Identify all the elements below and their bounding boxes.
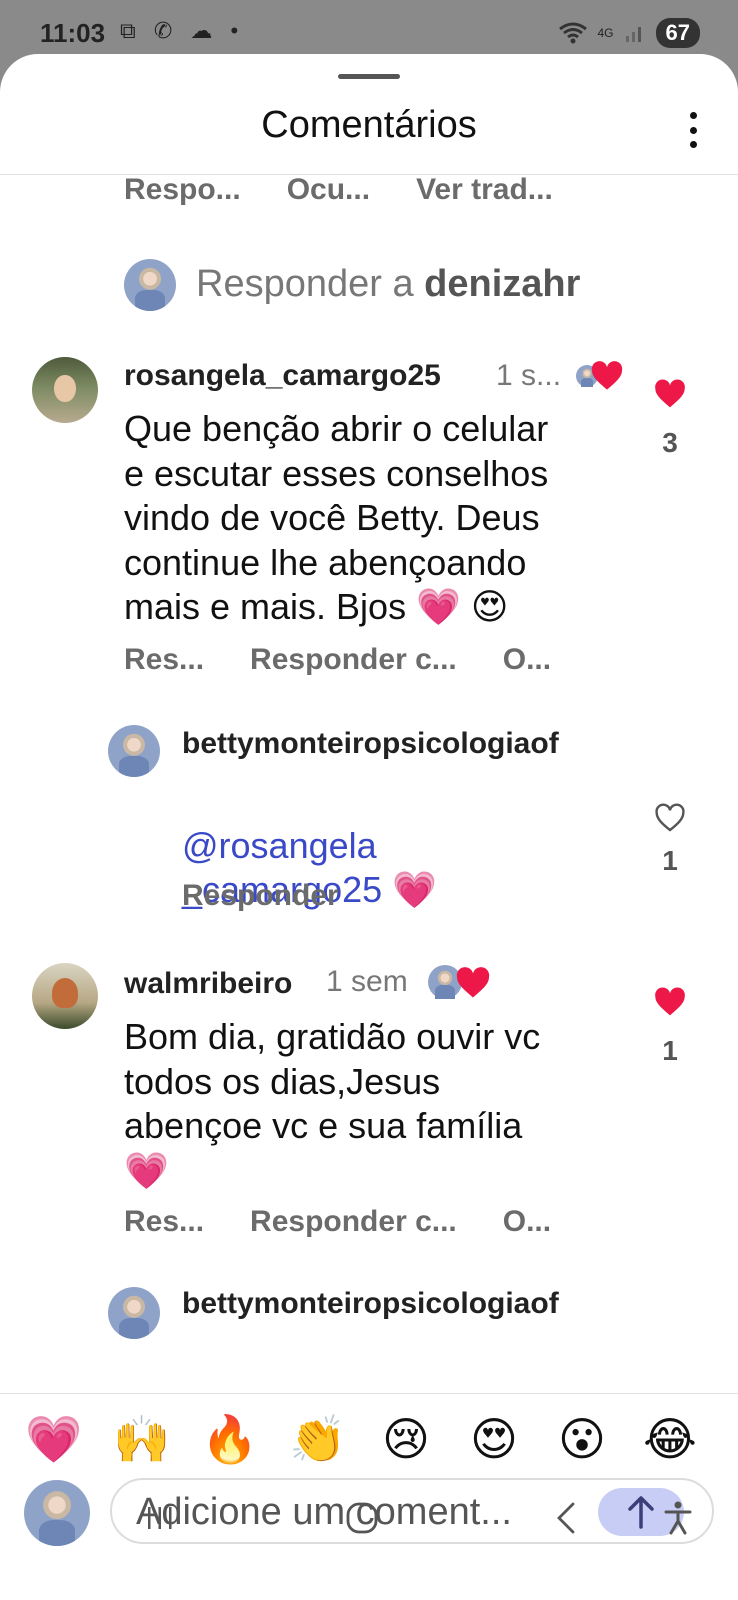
comment-username[interactable]: rosangela_camargo25	[124, 359, 441, 393]
mention-part-1: @rosangela	[182, 824, 377, 866]
reply-to-label: Responder a	[196, 263, 425, 305]
comment-text: Bom dia, gratidão ouvir vc todos os dias…	[124, 1016, 541, 1191]
system-nav-bar	[0, 1490, 738, 1546]
emoji-clap-button[interactable]: 👏	[274, 1406, 362, 1472]
back-button[interactable]	[536, 1490, 596, 1546]
like-count: 1	[662, 845, 678, 876]
home-button[interactable]	[332, 1490, 392, 1546]
more-options-icon[interactable]	[690, 112, 698, 148]
reply-to-prompt[interactable]: Responder a denizahr	[196, 263, 580, 306]
like-heart-icon[interactable]	[654, 987, 686, 1017]
comment-actions: Res... Responder c... O...	[124, 643, 597, 677]
status-right: 4G 67	[558, 18, 700, 48]
emoji-quick-bar: 💗 🙌 🔥 👏 😢 😍 😮 😂	[0, 1406, 738, 1472]
emoji-crying-button[interactable]: 😢	[362, 1406, 450, 1472]
like-count: 3	[662, 427, 678, 458]
more-button[interactable]: O...	[503, 643, 551, 677]
recent-apps-button[interactable]	[130, 1490, 190, 1546]
creator-liked-badge	[428, 965, 490, 999]
avatar[interactable]	[108, 725, 160, 777]
accessibility-button[interactable]	[648, 1490, 708, 1546]
like-count: 1	[662, 1035, 678, 1066]
heart-icon	[591, 361, 623, 390]
heart-icon	[456, 967, 490, 998]
reply-button[interactable]: Res...	[124, 643, 204, 677]
comment-text: Que benção abrir o celular e escutar ess…	[124, 408, 549, 627]
sheet-grabber[interactable]	[338, 74, 400, 79]
comment-actions: Res... Responder c... O...	[124, 1205, 597, 1239]
reply-with-button[interactable]: Responder c...	[250, 1205, 457, 1239]
notification-icons: ⧉ ✆ ☁ •	[120, 18, 245, 43]
emoji-fire-button[interactable]: 🔥	[186, 1406, 274, 1472]
hide-button[interactable]: Ocu...	[287, 175, 370, 207]
like-heart-icon[interactable]	[654, 379, 686, 409]
emoji-laughing-button[interactable]: 😂	[626, 1406, 714, 1472]
comment-actions-previous: Respo... Ocu... Ver trad...	[124, 175, 599, 207]
wifi-icon	[558, 22, 587, 44]
more-button[interactable]: O...	[503, 1205, 551, 1239]
emoji-heart-button[interactable]: 💗	[10, 1406, 98, 1472]
avatar[interactable]	[32, 357, 98, 423]
reply-button[interactable]: Res...	[124, 1205, 204, 1239]
sheet-title: Comentários	[261, 104, 477, 146]
avatar[interactable]	[32, 963, 98, 1029]
emoji-heart-eyes-button[interactable]: 😍	[450, 1406, 538, 1472]
comment-time: 1 sem	[326, 965, 408, 998]
comments-sheet: Comentários Respo... Ocu... Ver trad... …	[0, 54, 738, 1600]
recent-apps-icon	[148, 1507, 172, 1529]
comment-username[interactable]: bettymonteiropsicologiaof	[182, 1287, 559, 1321]
reply-button[interactable]: Responder	[182, 879, 339, 913]
comment-emoji: 💗	[392, 869, 437, 910]
back-icon	[557, 1502, 575, 1534]
comment-time: 1 s...	[496, 359, 562, 392]
signal-icon	[625, 27, 641, 42]
accessibility-icon	[664, 1501, 692, 1535]
see-translation-button[interactable]: Ver trad...	[416, 175, 553, 207]
avatar[interactable]	[108, 1287, 160, 1339]
comment-username[interactable]: walmribeiro	[124, 967, 292, 1001]
comment-username[interactable]: bettymonteiropsicologiaof	[182, 727, 559, 761]
home-icon	[346, 1502, 378, 1534]
avatar	[124, 259, 176, 311]
battery-indicator: 67	[655, 18, 700, 48]
like-heart-outline-icon[interactable]	[654, 803, 686, 833]
emoji-raised-hands-button[interactable]: 🙌	[98, 1406, 186, 1472]
reply-with-button[interactable]: Responder c...	[250, 643, 457, 677]
emoji-surprised-button[interactable]: 😮	[538, 1406, 626, 1472]
reply-to-user[interactable]: denizahr	[424, 263, 580, 305]
creator-liked-badge	[576, 361, 630, 391]
reply-button[interactable]: Respo...	[124, 175, 241, 207]
status-time: 11:03	[40, 18, 106, 48]
network-type: 4G	[597, 26, 614, 40]
comments-list[interactable]: Respo... Ocu... Ver trad... Responder a …	[0, 175, 738, 1393]
